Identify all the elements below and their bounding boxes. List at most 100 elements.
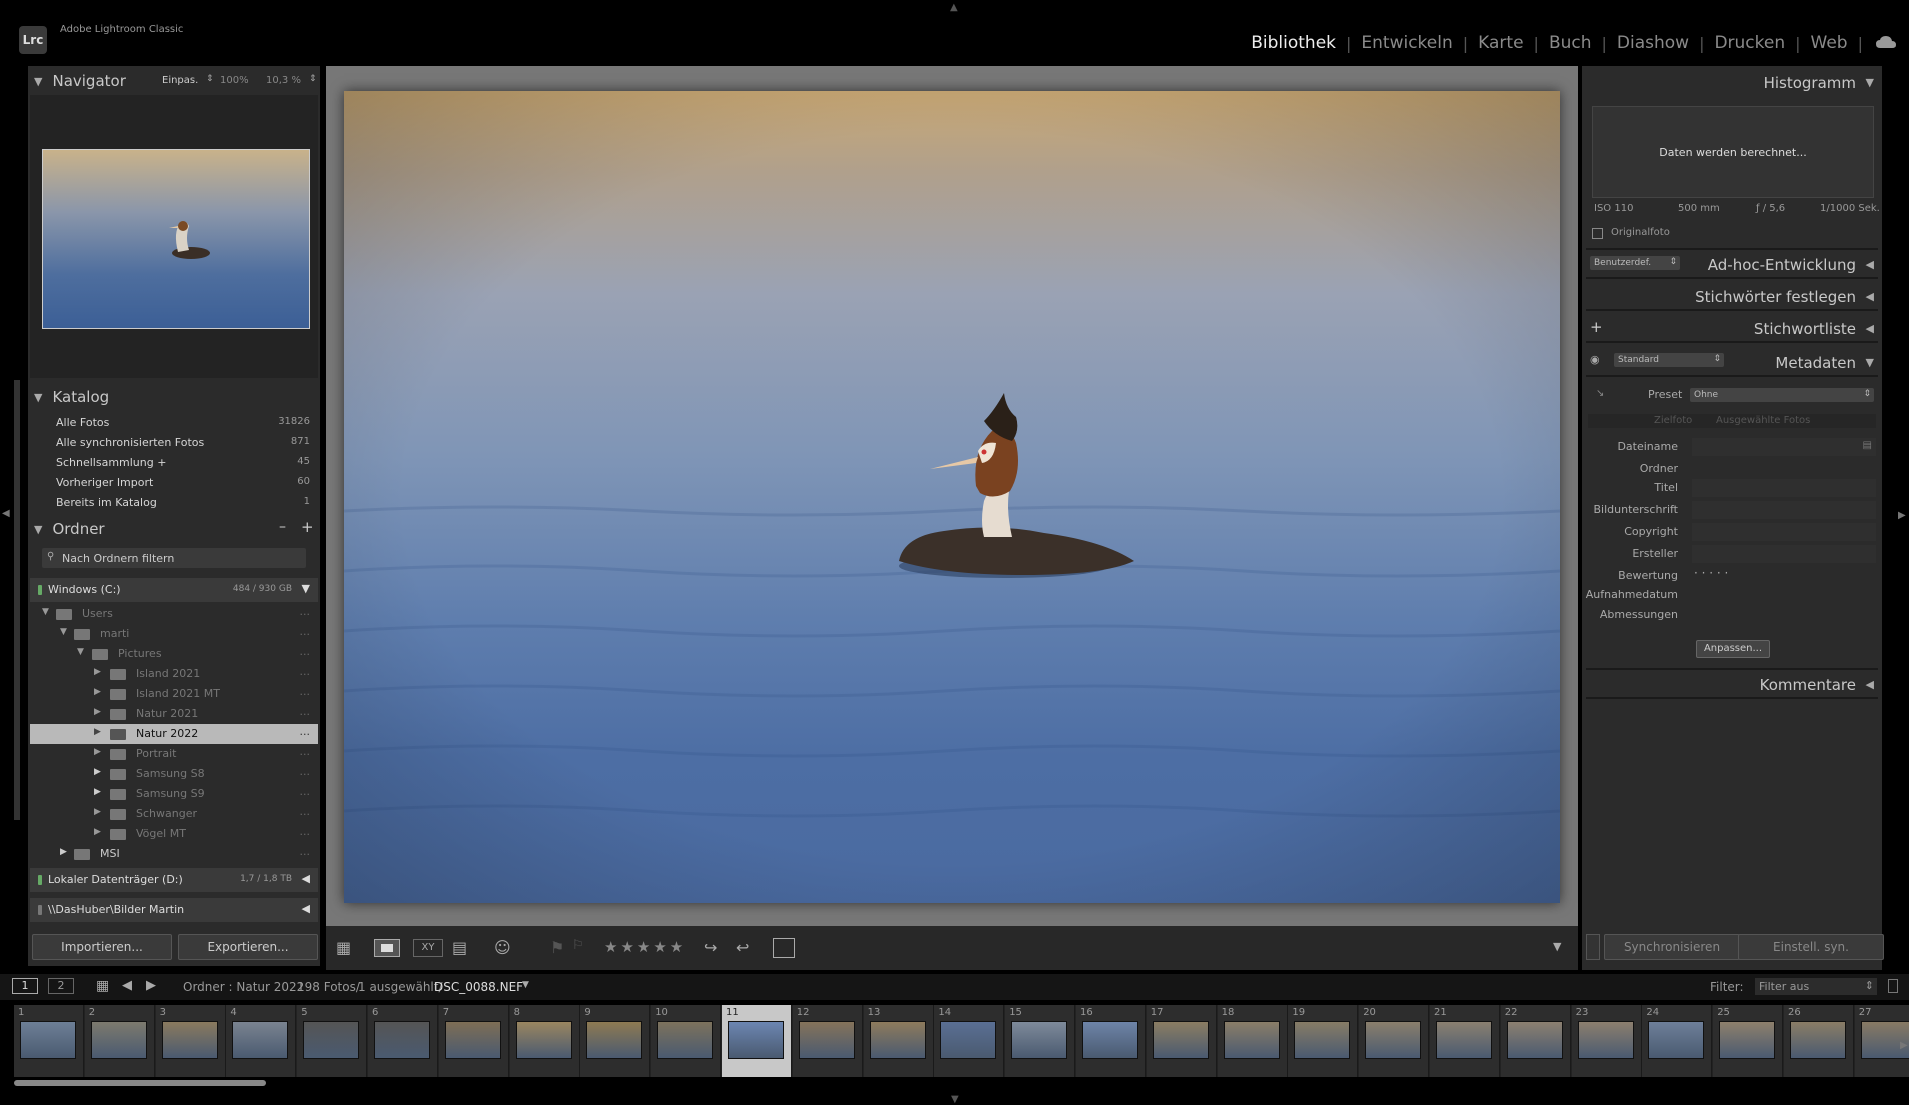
filmstrip-thumbnail[interactable]: 2 [84,1005,155,1077]
filmstrip-thumbnail[interactable]: 19 [1288,1005,1359,1077]
volume-local-d[interactable]: Lokaler Datenträger (D:) 1,7 / 1,8 TB ◀ [30,868,318,892]
module-drucken[interactable]: Drucken [1704,33,1795,53]
import-button[interactable]: Importieren... [32,934,172,960]
folder-filter-input[interactable]: ⚲ Nach Ordnern filtern [42,548,306,568]
filter-lock-icon[interactable] [1888,979,1898,993]
volume-network[interactable]: \\DasHuber\Bilder Martin ◀ [30,898,318,922]
left-panel-arrow-icon[interactable]: ◀ [2,508,10,519]
folder-users[interactable]: ▼ Users... [30,604,318,624]
export-button[interactable]: Exportieren... [178,934,318,960]
catalog-item-quick-collection[interactable]: Schnellsammlung +45 [30,453,318,473]
current-filename[interactable]: DSC_0088.NEF [434,980,523,994]
folder-msi[interactable]: ▶ MSI... [30,844,318,864]
forward-arrow-icon[interactable]: ▶ [146,978,156,993]
original-photo-checkbox[interactable] [1592,228,1603,239]
rating-stars-icon[interactable]: ★★★★★ [604,938,686,958]
module-bibliothek[interactable]: Bibliothek [1241,33,1346,53]
folder-natur-2021[interactable]: ▶ Natur 2021... [30,704,318,724]
folder-samsung-s9[interactable]: ▶ Samsung S9... [30,784,318,804]
histogram-header[interactable]: Histogramm ▼ [1582,70,1882,96]
crop-overlay-icon[interactable] [773,938,795,958]
module-web[interactable]: Web [1801,33,1858,53]
filmstrip-thumbnail[interactable]: 23 [1571,1005,1642,1077]
compare-view-icon[interactable]: XY [413,939,443,957]
remove-folder-button[interactable]: – [279,519,286,535]
catalog-item-all-photos[interactable]: Alle Fotos 31826 [30,413,318,433]
zoom-custom[interactable]: 10,3 % [266,75,301,86]
filename-dropdown-icon[interactable]: ▼ [522,980,529,990]
folder-island-2021-mt[interactable]: ▶ Island 2021 MT... [30,684,318,704]
copyright-field[interactable] [1692,523,1876,541]
main-photo[interactable] [344,91,1560,903]
tab-target-photo[interactable]: Zielfoto [1654,415,1692,426]
customize-button[interactable]: Anpassen... [1696,640,1770,658]
filmstrip-thumbnail[interactable]: 18 [1217,1005,1288,1077]
catalog-item-previous-import[interactable]: Vorheriger Import 60 [30,473,318,493]
back-arrow-icon[interactable]: ◀ [122,978,132,993]
filmstrip-thumbnail[interactable]: 13 [863,1005,934,1077]
caption-field[interactable] [1692,501,1876,519]
loupe-view-icon[interactable] [374,939,400,957]
folder-samsung-s8[interactable]: ▶ Samsung S8... [30,764,318,784]
preset-arrow-icon[interactable]: ↘ [1596,388,1604,399]
filmstrip-thumbnail[interactable]: 1 [14,1005,84,1077]
sync-button[interactable]: Synchronisieren [1604,934,1740,960]
navigator-header[interactable]: ▼ Navigator Einpas. ⇕ 100% 10,3 % ⇕ [28,68,320,94]
creator-field[interactable] [1692,545,1876,563]
filmstrip-thumbnail[interactable]: 8 [509,1005,580,1077]
filmstrip-thumbnail[interactable]: 22 [1500,1005,1571,1077]
filmstrip-thumbnail[interactable]: 4 [226,1005,297,1077]
rating-dots[interactable]: · · · · · [1694,566,1728,580]
filmstrip-thumbnail[interactable]: 10 [651,1005,722,1077]
sync-settings-button[interactable]: Einstell. syn. [1738,934,1884,960]
filmstrip-thumbnail[interactable]: 12 [792,1005,863,1077]
filmstrip-thumbnail[interactable]: 5 [297,1005,368,1077]
preset-select[interactable]: Ohne ⇕ [1690,388,1874,402]
zoom-fit[interactable]: Einpas. [162,75,198,86]
module-karte[interactable]: Karte [1468,33,1533,53]
cloud-sync-icon[interactable] [1875,34,1897,50]
metadata-header[interactable]: Metadaten ▼ [1582,350,1882,376]
filmstrip-thumbnail[interactable]: 24 [1642,1005,1713,1077]
catalog-item-already-in-catalog[interactable]: Bereits im Katalog 1 [30,493,318,513]
filmstrip-thumbnail[interactable]: 20 [1359,1005,1430,1077]
right-panel-arrow-icon[interactable]: ▶ [1898,510,1906,521]
filmstrip-thumbnail[interactable]: 11 [722,1005,792,1077]
zoom-100[interactable]: 100% [220,75,249,86]
volume-windows-c[interactable]: Windows (C:) 484 / 930 GB ▼ [30,578,318,602]
panel-toggle-top-icon[interactable]: ▲ [950,2,958,13]
grid-icon[interactable]: ▦ [96,978,109,994]
flag-pick-icon[interactable]: ⚑ [550,938,564,958]
folder-voegel-mt[interactable]: ▶ Vögel MT... [30,824,318,844]
catalog-header[interactable]: ▼ Katalog [28,384,320,410]
title-field[interactable] [1692,479,1876,497]
filmstrip-thumbnail[interactable]: 3 [155,1005,226,1077]
filmstrip-thumbnail[interactable]: 6 [368,1005,438,1077]
filmstrip-thumbnail[interactable]: 16 [1076,1005,1146,1077]
comments-header[interactable]: Kommentare ◀ [1582,672,1882,698]
filmstrip-thumbnail[interactable]: 17 [1146,1005,1217,1077]
flag-reject-icon[interactable]: ⚐ [572,938,584,958]
add-folder-button[interactable]: + [301,518,314,536]
window-2-button[interactable]: 2 [48,978,74,994]
filmstrip-thumbnail[interactable]: 21 [1430,1005,1500,1077]
rotate-right-icon[interactable]: ↩ [736,938,749,958]
folder-marti[interactable]: ▼ marti... [30,624,318,644]
panel-toggle-bottom-icon[interactable]: ▼ [951,1094,959,1105]
keyword-list-header[interactable]: Stichwortliste ◀ [1582,316,1882,342]
module-entwickeln[interactable]: Entwickeln [1351,33,1462,53]
rotate-left-icon[interactable]: ↪ [704,938,717,958]
filename-field[interactable]: ▤ [1692,438,1876,456]
filmstrip-thumbnail[interactable]: 14 [934,1005,1005,1077]
folder-pictures[interactable]: ▼ Pictures... [30,644,318,664]
navigator-thumbnail[interactable] [42,149,310,329]
left-panel-toggle[interactable] [14,380,20,820]
filmstrip-thumbnail[interactable]: 15 [1005,1005,1076,1077]
folder-schwanger[interactable]: ▶ Schwanger... [30,804,318,824]
filmstrip-thumbnail[interactable]: 9 [580,1005,651,1077]
filmstrip-thumbnail[interactable]: 26 [1784,1005,1854,1077]
keywording-header[interactable]: Stichwörter festlegen ◀ [1582,284,1882,310]
grid-view-icon[interactable]: ▦ [336,938,351,958]
filter-select[interactable]: Filter aus ⇕ [1755,978,1877,995]
survey-view-icon[interactable]: ▤ [452,938,467,958]
